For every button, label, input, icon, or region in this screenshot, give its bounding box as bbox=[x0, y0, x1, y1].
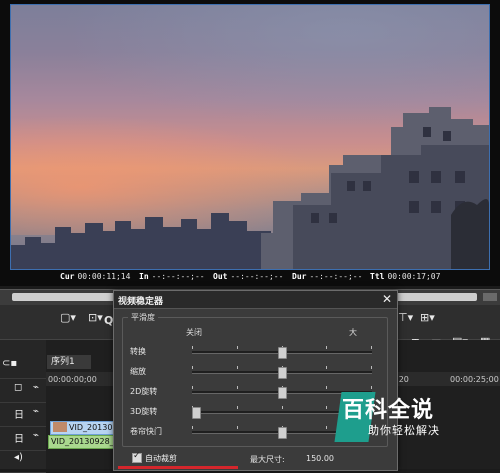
max-size-field[interactable]: 最大尺寸: 150.00 bbox=[250, 454, 334, 465]
audio-clip[interactable]: VID_20130928_1 bbox=[48, 435, 114, 449]
expand-icon-2[interactable]: ⌁ bbox=[33, 406, 39, 417]
rolling-shutter-label: 卷帘快门 bbox=[130, 427, 162, 436]
slider-tick bbox=[236, 386, 238, 389]
dialog-title-bar[interactable]: 视频稳定器 ✕ bbox=[114, 291, 397, 309]
expand-icon-3[interactable]: ⌁ bbox=[33, 430, 39, 441]
slider-tick bbox=[326, 426, 328, 429]
translation-label: 转换 bbox=[130, 347, 146, 356]
close-icon[interactable]: ✕ bbox=[382, 292, 392, 306]
preview-monitor: Cur 00:00:11;14 In --:--:--;-- Out --:--:--… bbox=[0, 0, 500, 286]
slider-tick bbox=[236, 346, 238, 349]
trim-tool-icon[interactable]: ⊤▾ bbox=[398, 311, 413, 324]
video-track-icon-2[interactable]: 日 bbox=[14, 430, 24, 445]
video-clip[interactable]: VID_20130 bbox=[50, 421, 114, 435]
clip-thumbnail bbox=[53, 422, 67, 432]
slider-tick bbox=[371, 366, 372, 369]
dialog-title: 视频稳定器 bbox=[118, 297, 164, 307]
slider-tick bbox=[281, 406, 283, 409]
slider-tick bbox=[326, 406, 328, 409]
slider-knob[interactable] bbox=[277, 427, 287, 439]
max-size-label: 最大尺寸: bbox=[250, 455, 285, 464]
video-frame bbox=[10, 4, 490, 270]
rotation-2d-label: 2D旋转 bbox=[130, 387, 158, 396]
cur-timecode: Cur 00:00:11;14 bbox=[60, 272, 131, 281]
dur-timecode: Dur --:--:--;-- bbox=[292, 272, 363, 281]
track-header-1[interactable]: ⊂▪ bbox=[0, 354, 46, 379]
track-header-3[interactable]: 日 ⌁ bbox=[0, 402, 46, 427]
video-clip-label: VID_20130 bbox=[69, 423, 113, 432]
slider-tick bbox=[236, 406, 238, 409]
slider-tick bbox=[326, 366, 328, 369]
slider-tick bbox=[371, 346, 372, 349]
slider-knob[interactable] bbox=[277, 347, 287, 359]
checkbox-checked-icon[interactable] bbox=[132, 451, 142, 463]
scale-off-label: 关闭 bbox=[186, 328, 202, 337]
slider-tick bbox=[236, 426, 238, 429]
zoom-slider[interactable] bbox=[192, 366, 372, 379]
scrollbar-end-button[interactable] bbox=[483, 293, 497, 301]
baike-watermark-logo: 百科全说 助你轻松解决 bbox=[334, 388, 486, 446]
ruler-end-label: 00:00:25;00 bbox=[450, 375, 499, 384]
translation-slider[interactable] bbox=[192, 346, 372, 359]
zoom-label: 缩放 bbox=[130, 367, 146, 376]
folder-icon[interactable]: ⊡▾ bbox=[88, 311, 103, 324]
slider-tick bbox=[326, 386, 328, 389]
expand-icon[interactable]: ⌁ bbox=[33, 382, 39, 393]
ttl-timecode: Ttl 00:00:17;07 bbox=[370, 272, 441, 281]
speaker-icon[interactable]: ◂) bbox=[14, 452, 23, 463]
auto-crop-label: 自动裁剪 bbox=[145, 454, 177, 463]
ruler-start-label: 00:00:00;00 bbox=[48, 375, 97, 384]
slider-tick bbox=[192, 366, 193, 369]
slider-tick bbox=[192, 426, 193, 429]
watermark-subtitle: 助你轻松解决 bbox=[368, 424, 440, 437]
timecode-bar: Cur 00:00:11;14 In --:--:--;-- Out --:--:--… bbox=[0, 271, 500, 284]
video-track-icon[interactable]: 日 bbox=[14, 406, 24, 421]
max-size-value[interactable]: 150.00 bbox=[306, 454, 334, 463]
slider-knob[interactable] bbox=[277, 367, 287, 379]
text-tool-icon[interactable]: Q bbox=[104, 314, 113, 327]
in-timecode: In --:--:--;-- bbox=[139, 272, 205, 281]
slider-tick bbox=[326, 346, 328, 349]
track-header-5[interactable]: ◂) bbox=[0, 448, 46, 473]
rotation-3d-label: 3D旋转 bbox=[130, 407, 158, 416]
slider-knob[interactable] bbox=[277, 387, 287, 399]
slider-knob[interactable] bbox=[192, 407, 201, 419]
grid-tool-icon[interactable]: ⊞▾ bbox=[420, 311, 435, 324]
auto-crop-checkbox[interactable]: 自动裁剪 bbox=[132, 451, 177, 464]
track-header-panel: ⊂▪ ◻ ⌁ 日 ⌁ 日 ⌁ ◂) bbox=[0, 340, 47, 473]
scale-large-label: 大 bbox=[349, 328, 357, 337]
slider-tick bbox=[192, 386, 193, 389]
slider-tick bbox=[192, 346, 193, 349]
out-timecode: Out --:--:--;-- bbox=[213, 272, 284, 281]
city-skyline bbox=[11, 107, 489, 269]
document-icon[interactable]: ▢▾ bbox=[60, 311, 76, 324]
lock-icon[interactable]: ◻ bbox=[14, 382, 22, 393]
track-header-2[interactable]: ◻ ⌁ bbox=[0, 378, 46, 403]
slider-tick bbox=[236, 366, 238, 369]
smoothness-label: 平滑度 bbox=[128, 312, 158, 323]
link-icon[interactable]: ⊂▪ bbox=[2, 358, 17, 369]
tab-sequence-1[interactable]: 序列1 bbox=[47, 355, 91, 369]
watermark-title: 百科全说 bbox=[342, 398, 435, 423]
